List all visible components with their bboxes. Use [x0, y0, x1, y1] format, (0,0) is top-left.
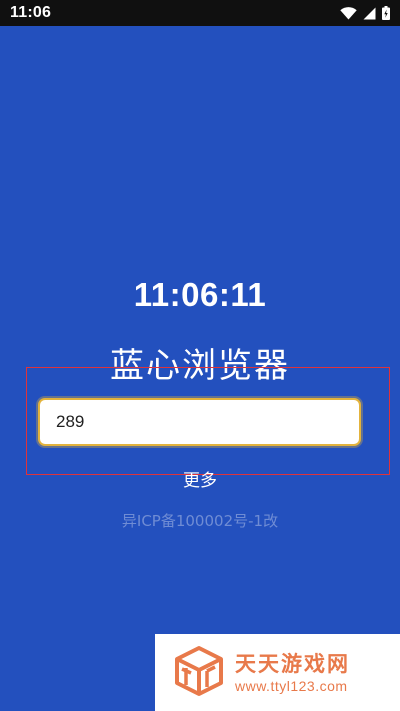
clock-display: 11:06:11: [133, 276, 267, 313]
watermark: 天天游戏网 www.ttyl123.com: [155, 634, 400, 711]
signal-icon: [363, 7, 376, 20]
watermark-name: 天天游戏网: [235, 651, 350, 676]
status-time: 11:06: [10, 4, 52, 21]
more-button[interactable]: 更多: [0, 466, 400, 491]
icp-license-text: 异ICP备100002号-1改: [121, 512, 279, 530]
watermark-text: 天天游戏网 www.ttyl123.com: [235, 651, 350, 695]
status-bar: 11:06: [0, 0, 400, 26]
watermark-url: www.ttyl123.com: [235, 677, 348, 694]
status-icons: [340, 6, 390, 20]
app-screen: 11:06 11:06:11 蓝心浏览器 289 更多 异ICP备100002号…: [0, 0, 400, 711]
watermark-logo: [173, 645, 235, 701]
wifi-icon: [340, 6, 357, 20]
battery-icon: [382, 6, 390, 20]
search-input[interactable]: [38, 398, 361, 446]
